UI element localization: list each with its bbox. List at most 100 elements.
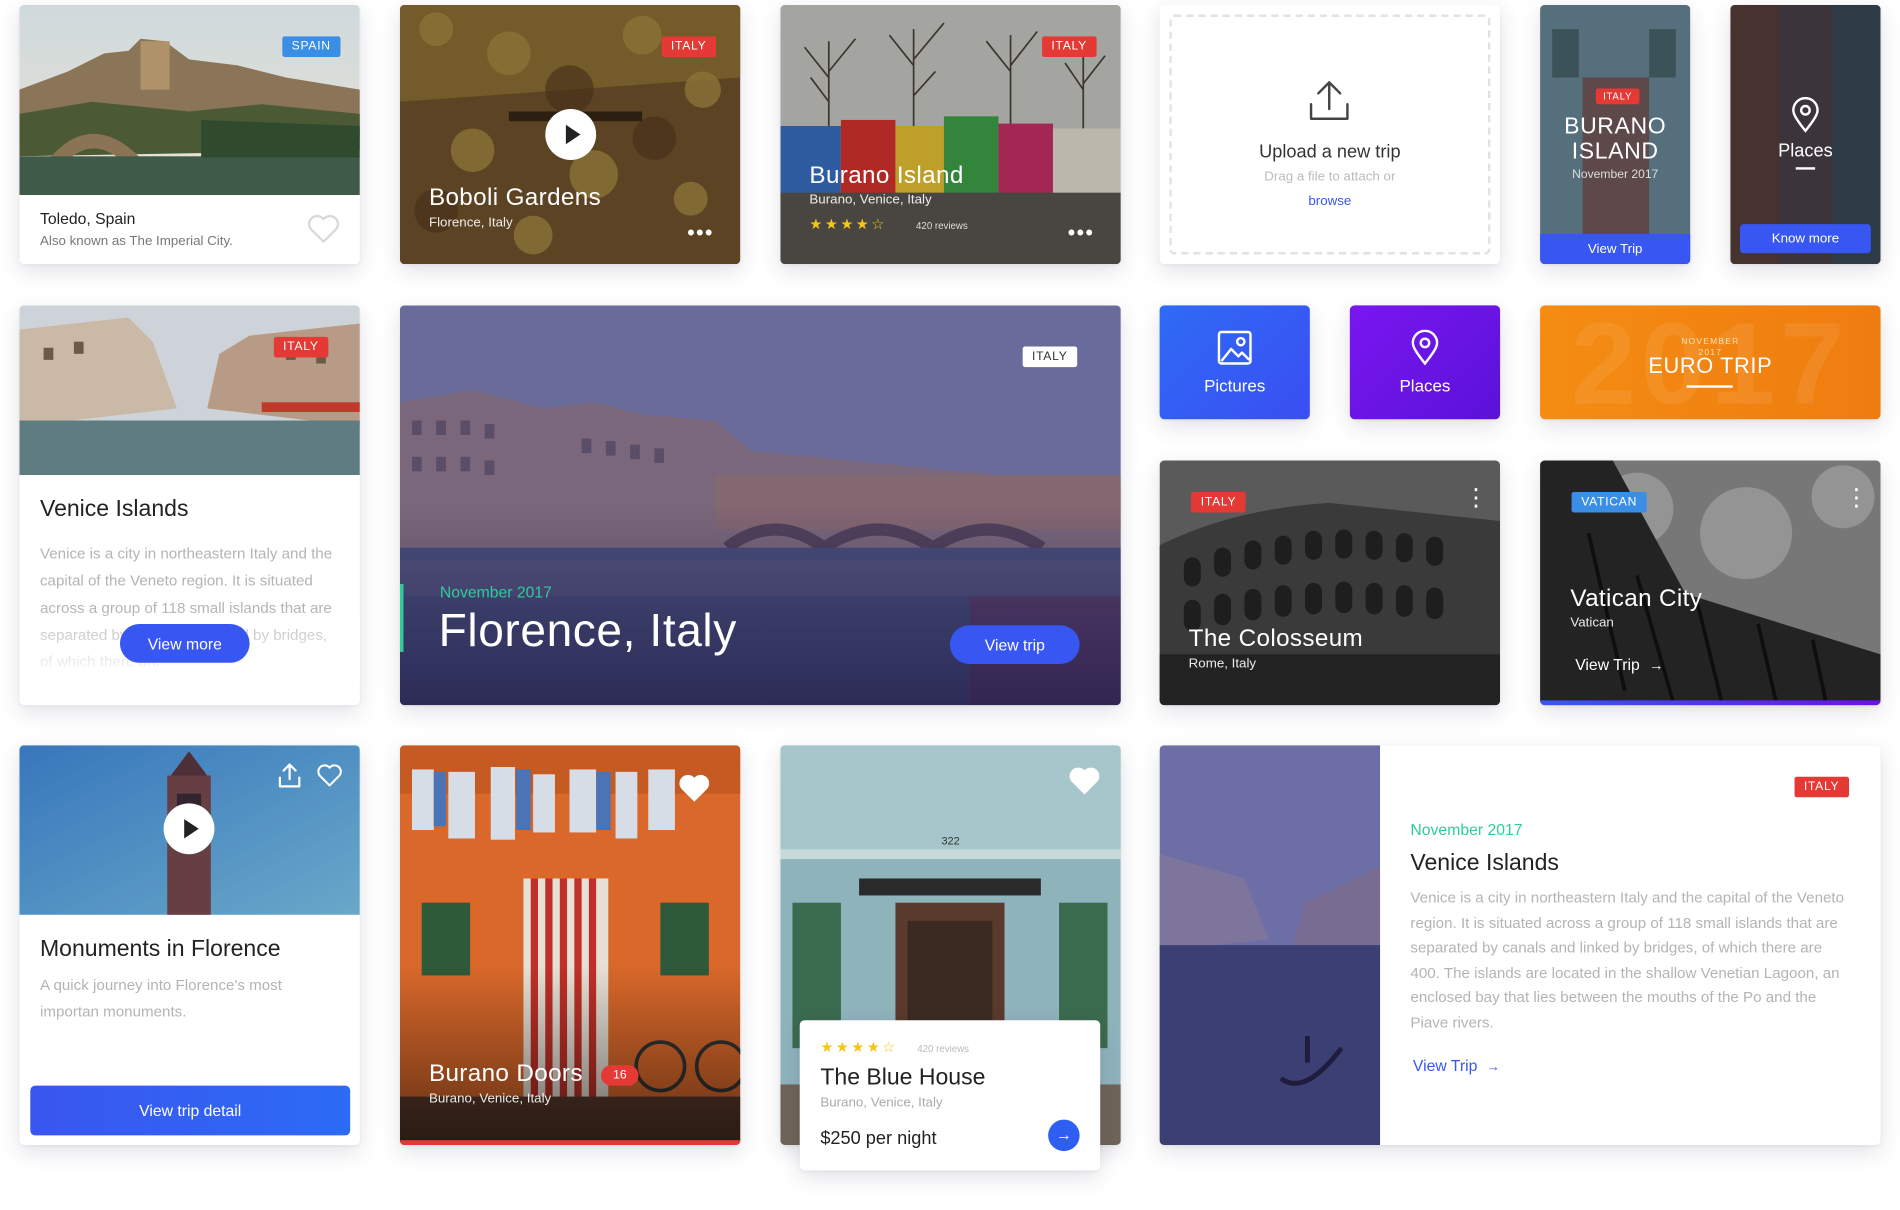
booking-panel: ★★★★☆ 420 reviews The Blue House Burano,… [799, 1020, 1101, 1171]
burano-tall-card[interactable]: ITALY BURANO ISLAND November 2017 View T… [1540, 4, 1691, 265]
view-trip-link[interactable]: View Trip → [1575, 656, 1663, 674]
browse-link[interactable]: browse [1160, 194, 1500, 209]
country-tag: VATICAN [1571, 491, 1647, 513]
banner-title: EURO TRIP [1648, 353, 1773, 379]
play-button[interactable] [163, 803, 215, 855]
accent-bottom-bar [399, 1140, 741, 1146]
heart-outline-icon[interactable] [307, 213, 341, 245]
progress-bar [1540, 700, 1881, 706]
card-subtitle: Burano, Venice, Italy [820, 1095, 943, 1110]
card-subtitle: Burano, Venice, Italy [428, 1091, 552, 1107]
card-subtitle: Rome, Italy [1188, 656, 1257, 672]
card-title: Boboli Gardens [428, 184, 602, 211]
view-trip-button[interactable]: View Trip [1540, 233, 1691, 265]
location-pin-icon [1792, 96, 1819, 133]
arrow-right-icon: → [1648, 656, 1664, 674]
accent-bar [399, 584, 404, 652]
upload-hint: Drag a file to attach or [1264, 169, 1396, 185]
country-tag: ITALY [1022, 346, 1078, 368]
monuments-card[interactable]: Monuments in Florence A quick journey in… [19, 745, 360, 1146]
review-count: 420 reviews [916, 220, 968, 232]
card-title: Venice Islands [39, 496, 189, 523]
places-tall-card[interactable]: Places Know more [1730, 4, 1881, 265]
view-trip-detail-button[interactable]: View trip detail [30, 1085, 351, 1136]
know-more-button[interactable]: Know more [1740, 224, 1871, 254]
share-icon[interactable] [277, 762, 301, 789]
more-options-icon[interactable]: ••• [687, 222, 714, 244]
count-badge: 16 [601, 1065, 639, 1086]
dropzone[interactable] [1169, 14, 1491, 255]
burano-doors-card[interactable]: Burano Doors 16 Burano, Venice, Italy [399, 745, 741, 1146]
card-gallery: SPAIN Toledo, Spain Also known as The Im… [0, 0, 1900, 1210]
card-title: Vatican City [1570, 585, 1703, 612]
upload-icon [1309, 81, 1349, 120]
country-tag: SPAIN [281, 36, 341, 57]
rating-stars: ★★★★☆ [820, 1038, 898, 1056]
card-date: November 2017 [439, 582, 552, 602]
review-count: 420 reviews [917, 1043, 969, 1055]
title-underline [1795, 167, 1816, 170]
upload-title: Upload a new trip [1259, 141, 1401, 163]
card-date: November 2017 [1410, 820, 1523, 839]
more-options-icon[interactable]: ••• [1068, 222, 1095, 244]
places-tile[interactable]: Places [1349, 305, 1501, 420]
more-options-icon[interactable]: ⋮ [1844, 486, 1868, 510]
florence-feature-card[interactable]: ITALY November 2017 Florence, Italy View… [399, 305, 1121, 706]
country-tag: ITALY [1595, 88, 1640, 105]
rating-stars: ★★★★☆ [809, 215, 887, 233]
euro-trip-banner[interactable]: 2017 NOVEMBER 2017 EURO TRIP [1540, 305, 1881, 420]
toledo-card[interactable]: SPAIN Toledo, Spain Also known as The Im… [19, 4, 360, 265]
country-tag: ITALY [273, 336, 329, 358]
country-tag: ITALY [1041, 36, 1097, 57]
play-button[interactable] [545, 109, 597, 160]
card-title: Florence, Italy [438, 605, 737, 657]
card-date: November 2017 [1572, 168, 1659, 182]
house-number: 322 [941, 834, 960, 847]
country-tag: ITALY [661, 36, 717, 57]
heart-outline-icon[interactable] [316, 763, 343, 787]
card-title: Burano Doors [428, 1060, 583, 1087]
view-trip-button[interactable]: View trip [949, 625, 1080, 665]
blue-house-card[interactable]: 322 ★★★★☆ 420 reviews The Blue House Bur… [780, 745, 1121, 1175]
card-title: Monuments in Florence [39, 936, 281, 963]
image-icon [1217, 330, 1252, 365]
more-options-icon[interactable]: ⋮ [1464, 486, 1488, 510]
pictures-tile[interactable]: Pictures [1159, 305, 1310, 420]
go-button[interactable]: → [1048, 1119, 1080, 1152]
card-subtitle: Burano, Venice, Italy [809, 192, 932, 208]
view-trip-link[interactable]: View Trip → [1413, 1057, 1500, 1075]
heart-filled-icon[interactable] [1068, 765, 1102, 797]
colosseum-card[interactable]: ITALY ⋮ The Colosseum Rome, Italy [1159, 460, 1501, 706]
venice-card[interactable]: ITALY Venice Islands Venice is a city in… [19, 305, 360, 706]
card-title: The Colosseum [1188, 625, 1364, 652]
card-title: The Blue House [820, 1065, 986, 1091]
gondola-photo [1159, 745, 1381, 1146]
card-title-line1: BURANO [1564, 113, 1667, 140]
canal-photo [19, 305, 360, 475]
card-title: Toledo, Spain [39, 209, 136, 228]
venice-feature-card[interactable]: ITALY November 2017 Venice Islands Venic… [1159, 745, 1881, 1146]
arrow-right-icon: → [1055, 1125, 1072, 1144]
card-title: Places [1778, 140, 1833, 162]
arrow-right-icon: → [1486, 1060, 1500, 1075]
link-label: View Trip [1412, 1056, 1478, 1075]
card-title-line2: ISLAND [1571, 139, 1659, 165]
card-body: A quick journey into Florence's most imp… [39, 976, 282, 1021]
location-pin-icon [1411, 329, 1439, 366]
title-underline [1686, 385, 1733, 388]
tile-label: Places [1399, 375, 1451, 396]
view-more-button[interactable]: View more [119, 624, 250, 663]
card-subtitle: Also known as The Imperial City. [39, 233, 233, 249]
boboli-card[interactable]: ITALY Boboli Gardens Florence, Italy ••• [399, 4, 741, 265]
price: $250 per night [820, 1128, 937, 1149]
vatican-card[interactable]: VATICAN ⋮ Vatican City Vatican View Trip… [1540, 460, 1881, 706]
banner-month: NOVEMBER [1681, 338, 1740, 347]
country-tag: ITALY [1191, 491, 1247, 513]
burano-island-card[interactable]: ITALY Burano Island Burano, Venice, Ital… [780, 4, 1121, 265]
link-label: View Trip [1575, 655, 1640, 674]
upload-card[interactable]: Upload a new trip Drag a file to attach … [1159, 4, 1501, 265]
card-body: Venice is a city in northeastern Italy a… [1410, 889, 1845, 1032]
tile-label: Pictures [1204, 375, 1266, 396]
card-title: Venice Islands [1410, 850, 1559, 877]
heart-filled-icon[interactable] [677, 772, 711, 804]
